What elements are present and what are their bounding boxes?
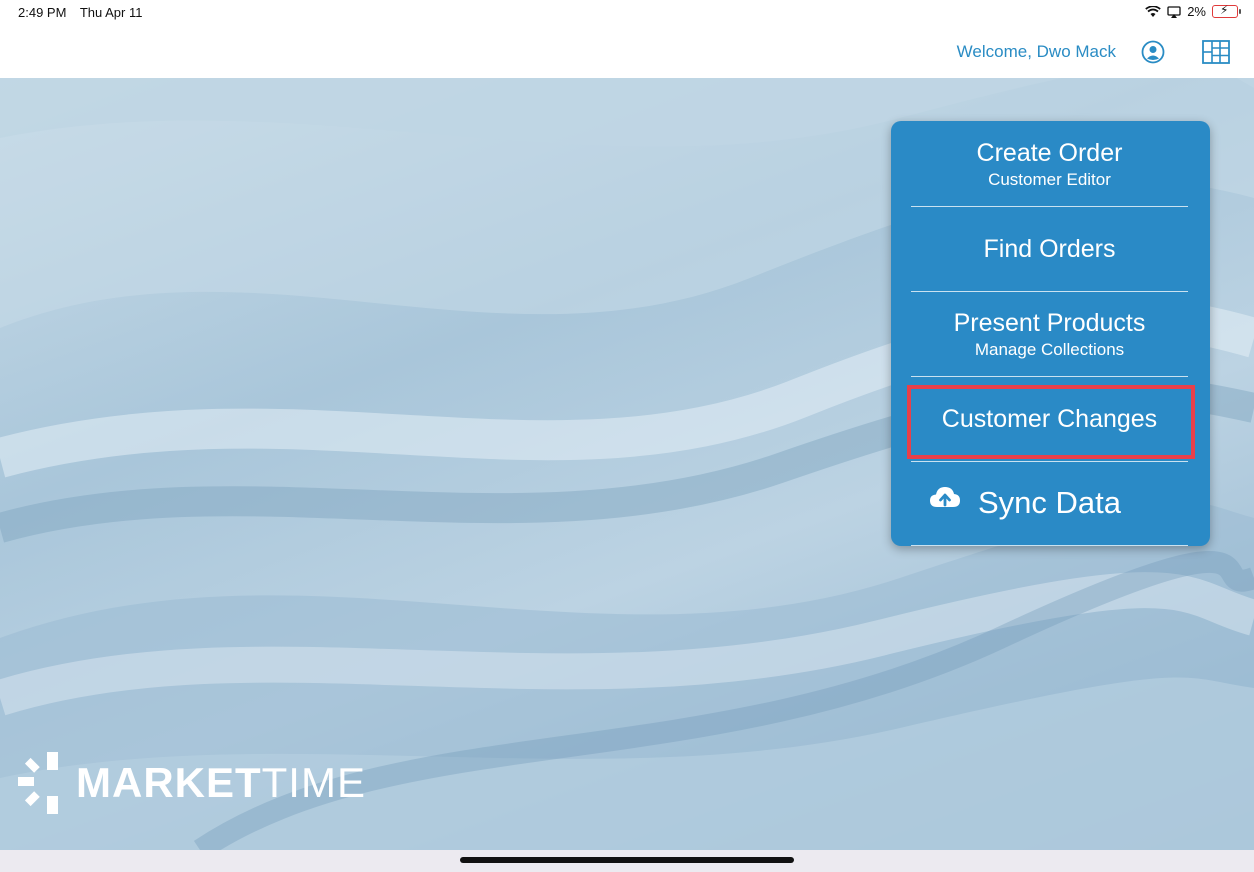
charging-bolt-icon: ⚡ [1220,3,1229,17]
status-indicators: 2% ⚡ [1145,3,1241,19]
menu-divider [911,291,1188,292]
menu-item-find-orders[interactable]: Find Orders [911,235,1188,264]
battery-percent: 2% [1187,4,1206,19]
welcome-text: Welcome, Dwo Mack [956,42,1116,61]
menu-divider [911,461,1188,462]
logo-text: MARKETTIME [76,762,366,804]
menu-item-sync-data[interactable]: Sync Data [911,485,1188,521]
menu-divider [911,376,1188,377]
wifi-icon [1145,5,1161,17]
status-date: Thu Apr 11 [79,5,143,20]
cloud-upload-icon [930,487,960,507]
markettime-logo: MARKETTIME [18,752,366,814]
menu-item-subtitle[interactable]: Manage Collections [911,340,1188,360]
logo-burst-icon [18,752,58,814]
logo-text-bold: MARKET [76,759,262,806]
main-menu: Create Order Customer Editor Find Orders… [891,121,1210,546]
menu-item-present-products[interactable]: Present Products Manage Collections [911,309,1188,360]
highlight-box [907,385,1195,459]
logo-text-regular: TIME [261,759,366,806]
status-bar: 2:49 PM Thu Apr 11 2% ⚡ [0,0,1254,26]
menu-item-title: Find Orders [983,235,1116,263]
menu-item-subtitle[interactable]: Customer Editor [911,170,1188,190]
menu-item-title: Present Products [953,309,1146,337]
menu-divider [911,206,1188,207]
screen-mirroring-icon [1167,5,1181,18]
status-time-date: 2:49 PM Thu Apr 11 [18,5,152,20]
menu-item-title: Sync Data [977,485,1121,520]
status-time: 2:49 PM [18,5,67,20]
home-indicator[interactable] [460,857,794,863]
app-header: Welcome, Dwo Mack [0,26,1254,78]
user-icon[interactable] [1141,40,1165,64]
wallpaper-background: Create Order Customer Editor Find Orders… [0,78,1254,850]
menu-divider [911,545,1188,546]
battery-icon: ⚡ [1212,3,1241,18]
menu-item-title: Create Order [976,139,1123,167]
menu-item-create-order[interactable]: Create Order Customer Editor [911,139,1188,190]
grid-icon[interactable] [1202,40,1230,64]
